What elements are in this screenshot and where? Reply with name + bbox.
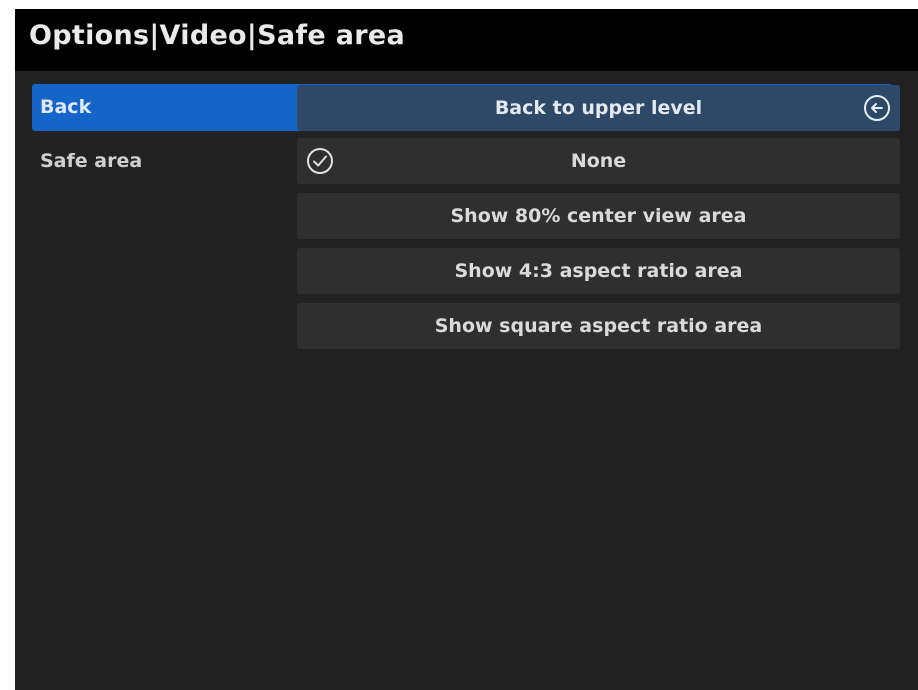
option-show-square-aspect-ratio-area[interactable]: Show square aspect ratio area xyxy=(297,303,900,349)
option-show-80-center-view-area[interactable]: Show 80% center view area xyxy=(297,193,900,239)
option-label: Show square aspect ratio area xyxy=(434,315,763,337)
option-label: Back to upper level xyxy=(494,97,703,119)
option-label: Show 80% center view area xyxy=(450,205,747,227)
back-arrow-icon xyxy=(862,93,892,123)
back-to-upper-level-button[interactable]: Back to upper level xyxy=(297,85,900,131)
options-screen: Options|Video|Safe area Back Back to upp… xyxy=(15,9,918,690)
page-title: Options|Video|Safe area xyxy=(29,20,405,51)
title-bar: Options|Video|Safe area xyxy=(15,9,918,71)
option-none[interactable]: None xyxy=(297,138,900,184)
menu-row-label: Safe area xyxy=(40,150,143,172)
option-label: None xyxy=(570,150,627,172)
option-label: Show 4:3 aspect ratio area xyxy=(454,260,743,282)
option-show-4-3-aspect-ratio-area[interactable]: Show 4:3 aspect ratio area xyxy=(297,248,900,294)
menu-row-label: Back xyxy=(40,96,92,118)
menu-row-safe-area: Safe area None xyxy=(32,138,900,185)
menu-row-back[interactable]: Back Back to upper level xyxy=(32,84,900,131)
